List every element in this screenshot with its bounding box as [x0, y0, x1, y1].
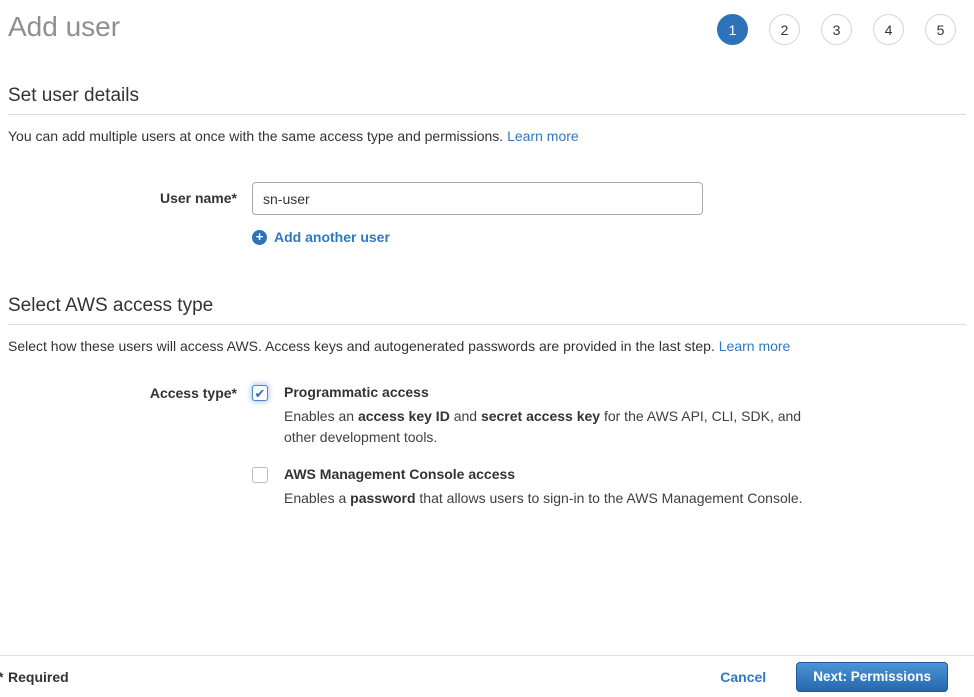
step-3-badge: 3: [821, 14, 852, 45]
desc-text: and: [450, 408, 481, 424]
learn-more-link-access-type[interactable]: Learn more: [719, 338, 791, 354]
required-asterisk: *: [0, 669, 3, 685]
programmatic-access-option: ✔ Programmatic access Enables an access …: [252, 384, 809, 448]
intro-text: Select how these users will access AWS. …: [8, 338, 715, 354]
desc-bold: access key ID: [358, 408, 450, 424]
page-footer: * Required Cancel Next: Permissions: [0, 655, 974, 697]
desc-bold: password: [350, 490, 415, 506]
access-type-options: ✔ Programmatic access Enables an access …: [252, 384, 809, 509]
option-description: Enables a password that allows users to …: [284, 488, 803, 509]
step-2-badge: 2: [769, 14, 800, 45]
cancel-button[interactable]: Cancel: [720, 669, 766, 685]
page-header: Add user 1 2 3 4 5: [0, 0, 974, 45]
access-type-label: Access type*: [8, 384, 237, 509]
user-name-content: + Add another user: [252, 182, 703, 245]
user-name-row: User name* + Add another user: [0, 182, 974, 245]
option-description: Enables an access key ID and secret acce…: [284, 406, 809, 448]
set-user-details-heading: Set user details: [8, 85, 966, 115]
add-another-user-button[interactable]: + Add another user: [252, 229, 703, 245]
next-permissions-button[interactable]: Next: Permissions: [796, 662, 948, 692]
user-name-label: User name*: [8, 182, 237, 245]
desc-text: that allows users to sign-in to the AWS …: [416, 490, 803, 506]
page-title: Add user: [8, 10, 120, 44]
access-type-heading: Select AWS access type: [8, 295, 966, 325]
step-5-badge: 5: [925, 14, 956, 45]
desc-text: Enables an: [284, 408, 358, 424]
add-another-user-label: Add another user: [274, 229, 390, 245]
step-indicator: 1 2 3 4 5: [717, 14, 956, 45]
step-1-badge: 1: [717, 14, 748, 45]
access-type-intro: Select how these users will access AWS. …: [8, 337, 966, 356]
desc-bold: secret access key: [481, 408, 600, 424]
plus-icon: +: [252, 230, 267, 245]
required-note: * Required: [8, 669, 69, 685]
access-type-row: Access type* ✔ Programmatic access Enabl…: [0, 384, 974, 509]
console-access-option: AWS Management Console access Enables a …: [252, 466, 809, 509]
option-title: AWS Management Console access: [284, 466, 803, 483]
option-title: Programmatic access: [284, 384, 809, 401]
programmatic-access-checkbox[interactable]: ✔: [252, 385, 268, 401]
programmatic-access-text: Programmatic access Enables an access ke…: [284, 384, 809, 448]
user-name-input[interactable]: [252, 182, 703, 215]
check-icon: ✔: [255, 387, 266, 400]
required-label: Required: [8, 669, 69, 685]
intro-text: You can add multiple users at once with …: [8, 128, 503, 144]
console-access-checkbox[interactable]: [252, 467, 268, 483]
desc-text: Enables a: [284, 490, 350, 506]
footer-actions: Cancel Next: Permissions: [720, 662, 948, 692]
learn-more-link-user-details[interactable]: Learn more: [507, 128, 579, 144]
step-4-badge: 4: [873, 14, 904, 45]
console-access-text: AWS Management Console access Enables a …: [284, 466, 803, 509]
add-user-page: Add user 1 2 3 4 5 Set user details You …: [0, 0, 974, 697]
set-user-details-intro: You can add multiple users at once with …: [8, 127, 966, 146]
